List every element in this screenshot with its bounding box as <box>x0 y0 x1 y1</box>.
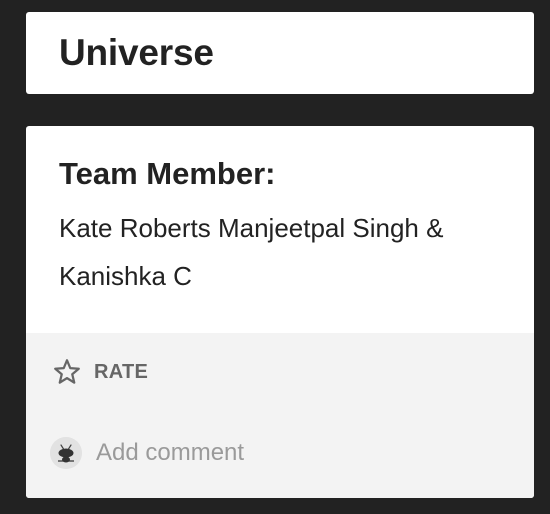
title-card: Universe <box>26 12 534 94</box>
team-member-body: Team Member: Kate Roberts Manjeetpal Sin… <box>26 126 534 333</box>
comment-placeholder: Add comment <box>96 439 245 466</box>
team-member-heading: Team Member: <box>59 156 276 191</box>
page-title: Universe <box>59 32 214 73</box>
team-member-names: Kate Roberts Manjeetpal Singh & Kanishka… <box>59 213 444 291</box>
team-member-card: Team Member: Kate Roberts Manjeetpal Sin… <box>26 126 534 498</box>
rate-button[interactable]: RATE <box>52 357 148 387</box>
ant-avatar-icon <box>50 437 82 469</box>
rate-label: RATE <box>94 360 149 383</box>
star-outline-icon <box>54 359 80 384</box>
add-comment-field[interactable]: Add comment <box>50 437 244 469</box>
card-footer: RATE Add comment <box>26 333 534 498</box>
